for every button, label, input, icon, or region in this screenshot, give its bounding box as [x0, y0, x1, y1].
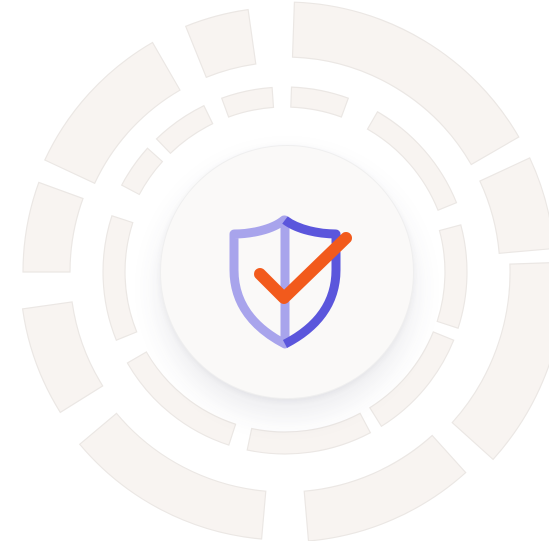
ring-segment [21, 301, 104, 414]
ring-segment [184, 8, 257, 79]
ring-segment [303, 434, 467, 541]
ring-segment [22, 181, 84, 273]
ring-segment [290, 86, 350, 118]
security-illustration [0, 0, 549, 541]
ring-segment [155, 104, 214, 155]
ring-segment [246, 412, 372, 455]
ring-segment [436, 224, 468, 329]
shield-left-half [229, 215, 290, 349]
ring-segment [479, 157, 549, 254]
ring-segment [220, 86, 275, 118]
ring-segment [78, 412, 267, 540]
ring-segment [451, 262, 549, 461]
ring-segment [120, 147, 164, 196]
shield-check-icon [229, 215, 352, 349]
ring-segment [102, 215, 138, 341]
